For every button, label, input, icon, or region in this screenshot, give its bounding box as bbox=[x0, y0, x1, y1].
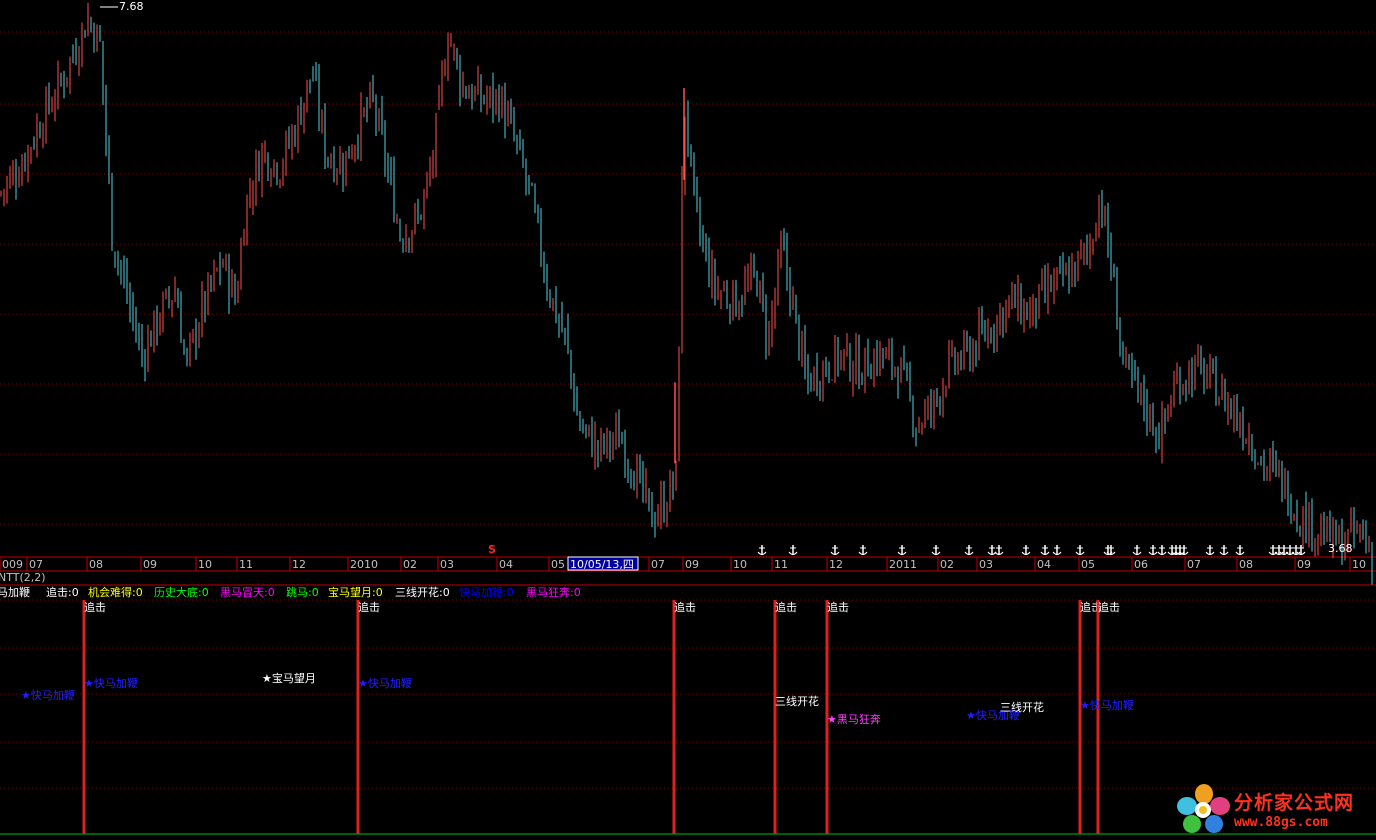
axis-tick-label: 05 bbox=[551, 558, 565, 571]
axis-tick-label: 09 bbox=[1297, 558, 1311, 571]
zhuiji-label: 追击 bbox=[358, 600, 380, 614]
zhuiji-bar bbox=[672, 600, 676, 834]
anchor-icon bbox=[1021, 545, 1031, 556]
zhuiji-bar bbox=[356, 600, 360, 834]
legend-item: 黑马狂奔:0 bbox=[526, 586, 581, 599]
anchor-icon bbox=[931, 545, 941, 556]
axis-tick-label: 10 bbox=[1352, 558, 1366, 571]
event-markers bbox=[757, 545, 1306, 556]
candlestick-series bbox=[0, 2, 1373, 585]
signal-label: 三线开花 bbox=[775, 694, 819, 708]
anchor-icon bbox=[994, 545, 1004, 556]
zhuiji-bar bbox=[773, 600, 777, 834]
anchor-icon bbox=[987, 545, 997, 556]
axis-tick-label: 009 bbox=[2, 558, 23, 571]
axis-tick-label: 08 bbox=[89, 558, 103, 571]
anchor-icon bbox=[1171, 545, 1181, 556]
high-price-label: 7.68 bbox=[119, 0, 144, 13]
low-price-label: 3.68 bbox=[1328, 542, 1353, 555]
axis-tick-label: 03 bbox=[440, 558, 454, 571]
axis-tick-label: 07 bbox=[651, 558, 665, 571]
axis-tick-label: 09 bbox=[143, 558, 157, 571]
anchor-icon bbox=[1219, 545, 1229, 556]
anchor-icon bbox=[1179, 545, 1189, 556]
zhuiji-bar bbox=[1096, 600, 1100, 834]
watermark-url: www.88gs.com bbox=[1234, 815, 1328, 830]
legend-item: 快马加鞭 bbox=[0, 585, 30, 599]
anchor-icon bbox=[1235, 545, 1245, 556]
site-watermark: 分析家公式网 www.88gs.com bbox=[1176, 782, 1372, 836]
axis-tick-label: 04 bbox=[499, 558, 513, 571]
axis-tick-label: 10 bbox=[198, 558, 212, 571]
zhuiji-bar bbox=[1078, 600, 1082, 834]
axis-tick-label: 09 bbox=[685, 558, 699, 571]
zhuiji-label: 追击 bbox=[674, 600, 696, 614]
anchor-icon bbox=[1157, 545, 1167, 556]
signal-label: ★快马加鞭 bbox=[84, 676, 138, 690]
zhuiji-label: 追击 bbox=[84, 600, 106, 614]
stock-chart[interactable]: 009 07 08 09 10 11 12 2010 02 03 04 05 07 09 10 11 12 201… bbox=[0, 0, 1376, 840]
signal-label: ★快马加鞭 bbox=[21, 688, 75, 702]
signal-label: ★快马加鞭 bbox=[358, 676, 412, 690]
axis-tick-label: 04 bbox=[1037, 558, 1051, 571]
zhuiji-label: 追击 bbox=[827, 600, 849, 614]
time-axis: 009 07 08 09 10 11 12 2010 02 03 04 05 07 09 10 11 12 201… bbox=[0, 557, 1366, 571]
anchor-icon bbox=[964, 545, 974, 556]
axis-tick-label: 07 bbox=[29, 558, 43, 571]
axis-tick-label: 12 bbox=[829, 558, 843, 571]
anchor-icon bbox=[788, 545, 798, 556]
anchor-icon bbox=[1167, 545, 1177, 556]
legend-item: 追击:0 bbox=[46, 585, 79, 599]
anchor-icon bbox=[1052, 545, 1062, 556]
axis-tick-label: 02 bbox=[940, 558, 954, 571]
zhuiji-label: 追击 bbox=[775, 600, 797, 614]
axis-tick-label: 11 bbox=[239, 558, 253, 571]
anchor-icon bbox=[897, 545, 907, 556]
axis-tick-label: 10 bbox=[733, 558, 747, 571]
signal-label: 三线开花 bbox=[1000, 700, 1044, 714]
legend-item: 宝马望月:0 bbox=[328, 585, 383, 599]
signal-bars: 追击 追击 追击 追击 追击 追击追击 bbox=[82, 600, 1120, 834]
legend-item: 机会难得:0 bbox=[88, 585, 143, 599]
legend-item: 三线开花:0 bbox=[395, 585, 450, 599]
anchor-icon bbox=[858, 545, 868, 556]
axis-tick-label: 02 bbox=[403, 558, 417, 571]
signal-label: ★快马加鞭 bbox=[1080, 698, 1134, 712]
axis-tick-label: 2011 bbox=[889, 558, 917, 571]
signal-label: ★宝马望月 bbox=[262, 671, 316, 685]
axis-tick-label: 06 bbox=[1134, 558, 1148, 571]
axis-tick-label: 2010 bbox=[350, 558, 378, 571]
signal-labels: ★快马加鞭★快马加鞭 ★宝马望月 ★快马加鞭三线开花★黑马狂奔 ★快马加鞭三线开花 ★快… bbox=[21, 671, 1134, 726]
indicator-grid bbox=[0, 599, 1376, 835]
anchor-icon bbox=[830, 545, 840, 556]
anchor-icon bbox=[1040, 545, 1050, 556]
anchor-icon bbox=[1075, 545, 1085, 556]
axis-tick-label: 12 bbox=[292, 558, 306, 571]
axis-tick-label: 08 bbox=[1239, 558, 1253, 571]
legend-item: 黑马冒天:0 bbox=[220, 586, 275, 599]
legend-item: 快马加鞭:0 bbox=[459, 585, 514, 599]
indicator-legend: 快马加鞭 追击:0 机会难得:0 历史大底:0 黑马冒天:0 跳马:0 宝马望月:0 三线开花… bbox=[0, 585, 581, 599]
axis-tick-label: 07 bbox=[1187, 558, 1201, 571]
legend-item: 跳马:0 bbox=[286, 585, 319, 599]
cursor-date-label: 10/05/13,四 bbox=[570, 558, 634, 571]
anchor-icon bbox=[1296, 545, 1306, 556]
zhuiji-label: 追击 bbox=[1098, 600, 1120, 614]
axis-tick-label: 05 bbox=[1081, 558, 1095, 571]
legend-item: 历史大底:0 bbox=[154, 585, 209, 599]
indicator-title: NTT(2,2) bbox=[0, 571, 46, 584]
flower-logo-icon bbox=[1177, 784, 1230, 833]
anchor-icon bbox=[757, 545, 767, 556]
anchor-icon bbox=[1132, 545, 1142, 556]
anchor-icon bbox=[1148, 545, 1158, 556]
signal-label: ★黑马狂奔 bbox=[827, 713, 881, 726]
axis-tick-label: 03 bbox=[979, 558, 993, 571]
anchor-icon bbox=[1175, 545, 1185, 556]
zhuiji-bar bbox=[82, 600, 86, 834]
anchor-icon bbox=[1205, 545, 1215, 556]
watermark-title: 分析家公式网 bbox=[1234, 792, 1355, 814]
axis-tick-label: 11 bbox=[774, 558, 788, 571]
sell-marker: S bbox=[488, 543, 496, 556]
